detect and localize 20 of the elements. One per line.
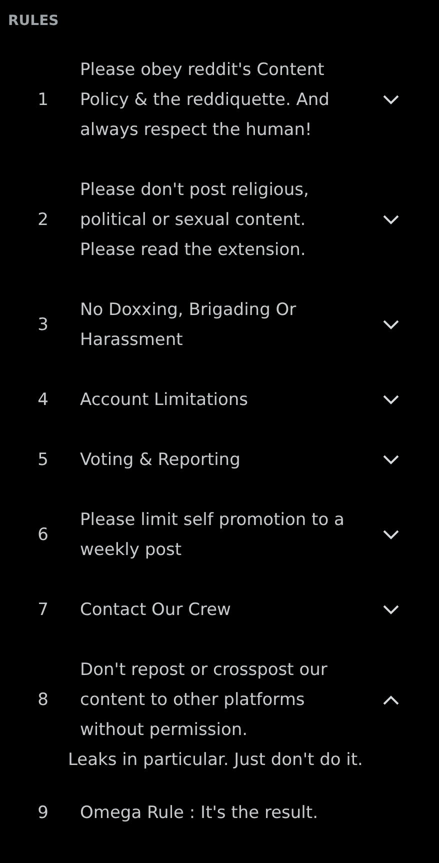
rule-title: Account Limitations <box>80 389 250 412</box>
section-heading: RULES <box>7 12 60 31</box>
rule-number: 8 <box>36 689 48 712</box>
rule-description: Leaks in particular. Just don't do it. <box>67 749 364 772</box>
rule-number: 5 <box>36 449 48 472</box>
rule-title: Contact Our Crew <box>80 599 232 622</box>
rule-number: 7 <box>36 599 48 622</box>
rule-title: Don't repost or crosspost our content to other platforms without permission. <box>80 659 328 742</box>
rule-number: 9 <box>36 802 48 825</box>
rule-title: Please obey reddit's Content Policy & the reddiquette. And always respect the human! <box>80 59 330 142</box>
rule-title: Omega Rule : It's the result. <box>80 802 319 825</box>
rule-title: Voting & Reporting <box>80 449 242 472</box>
rule-title: Please don't post religious, political or sexual content. Please read the extension. <box>80 179 310 262</box>
rule-number: 4 <box>36 389 48 412</box>
rule-number: 6 <box>36 524 48 547</box>
rule-title: Please limit self promotion to a weekly post <box>80 509 346 562</box>
rule-title: No Doxxing, Brigading Or Harassment <box>80 299 298 352</box>
rule-number: 3 <box>36 314 48 337</box>
rule-number: 2 <box>36 209 48 232</box>
rule-number: 1 <box>36 89 48 112</box>
